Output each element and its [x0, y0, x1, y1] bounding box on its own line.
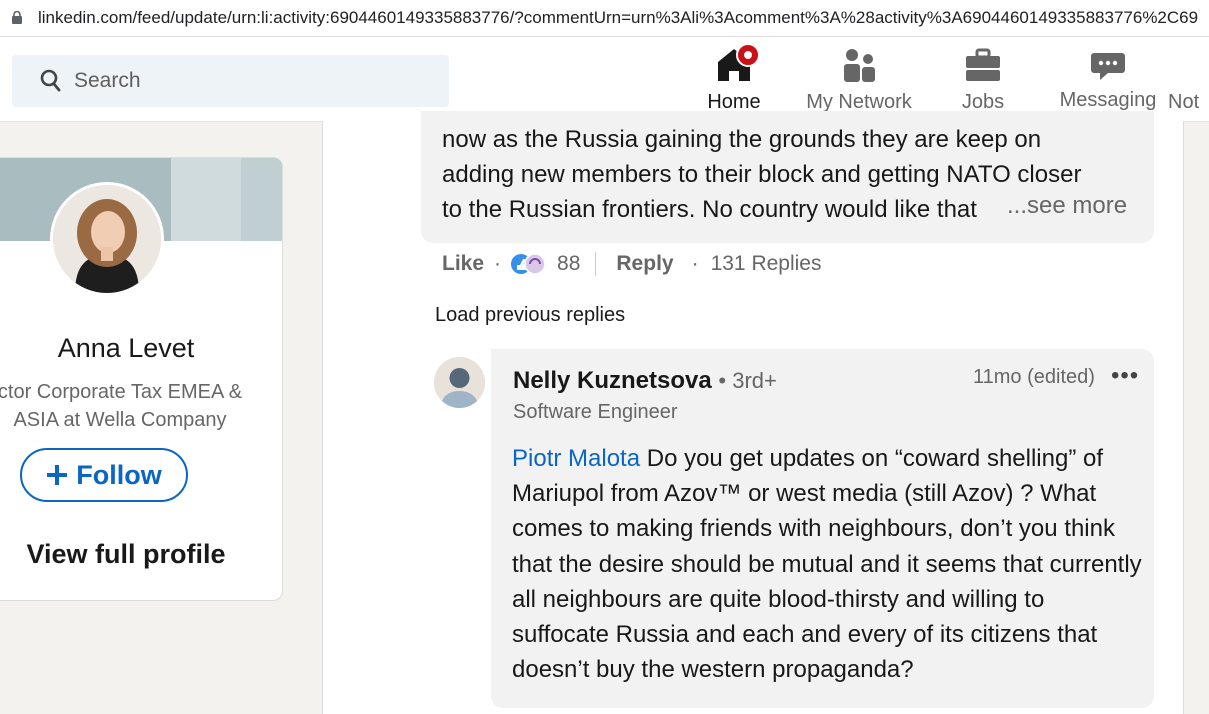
follow-button[interactable]: Follow	[20, 448, 188, 502]
reply-body: Do you get updates on “coward shelling” …	[512, 445, 1142, 684]
comment-line: to the Russian frontiers. No country wou…	[442, 196, 977, 223]
see-more-link[interactable]: ...see more	[1007, 192, 1127, 220]
nav-home[interactable]: Home	[680, 45, 788, 121]
nav-jobs[interactable]: Jobs	[948, 45, 1018, 121]
profile-photo	[53, 185, 161, 293]
comment-bubble: now as the Russia gaining the grounds th…	[421, 111, 1154, 243]
comment-line: adding new members to their block and ge…	[442, 161, 1082, 188]
profile-card: Anna Levet ctor Corporate Tax EMEA & ASI…	[0, 157, 283, 601]
more-options-icon[interactable]: •••	[1111, 362, 1139, 390]
comment-actions: Like · 88 Reply · 131 Replies	[442, 252, 821, 276]
search-placeholder: Search	[74, 69, 141, 92]
reply-author-headline: Software Engineer	[513, 401, 678, 423]
replies-count[interactable]: 131 Replies	[711, 252, 822, 276]
nav-notifications[interactable]: Not	[1168, 45, 1209, 121]
reaction-icons[interactable]	[511, 252, 551, 276]
url-text[interactable]: linkedin.com/feed/update/urn:li:activity…	[38, 8, 1198, 28]
reply-author-name[interactable]: Nelly Kuznetsova	[513, 367, 712, 394]
top-navbar: Search Home My Network Jobs Messaging No…	[0, 37, 1209, 122]
lock-icon	[12, 11, 22, 24]
load-previous-replies-link[interactable]: Load previous replies	[435, 304, 625, 327]
nav-my-network[interactable]: My Network	[800, 45, 918, 121]
mention-link[interactable]: Piotr Malota	[512, 445, 640, 472]
like-button[interactable]: Like	[442, 252, 484, 276]
separator-dot: ·	[691, 252, 699, 275]
comment-line: now as the Russia gaining the grounds th…	[442, 126, 1042, 153]
user-placeholder-icon	[434, 357, 485, 408]
plus-icon	[47, 465, 68, 485]
notification-badge	[736, 43, 760, 67]
view-full-profile-link[interactable]: View full profile	[1, 539, 251, 570]
feed-post: now as the Russia gaining the grounds th…	[322, 111, 1184, 714]
connection-degree: • 3rd+	[718, 368, 777, 393]
reply-avatar[interactable]	[434, 357, 485, 408]
reply-button[interactable]: Reply	[616, 252, 673, 276]
nav-messaging-label: Messaging	[1059, 89, 1157, 111]
avatar[interactable]	[50, 182, 164, 296]
reply-timestamp: 11mo (edited)	[973, 366, 1095, 388]
separator-dot: ·	[494, 252, 502, 275]
profile-name[interactable]: Anna Levet	[1, 333, 251, 364]
nav-notifications-label: Not	[1168, 91, 1200, 113]
comment-text: now as the Russia gaining the grounds th…	[442, 122, 1081, 227]
reply-bubble: Nelly Kuznetsova • 3rd+ 11mo (edited) ••…	[491, 349, 1154, 708]
profile-headline-line1: ctor Corporate Tax EMEA &	[0, 381, 243, 403]
search-input[interactable]: Search	[12, 55, 449, 107]
browser-url-bar[interactable]: linkedin.com/feed/update/urn:li:activity…	[0, 0, 1209, 37]
people-icon	[844, 49, 875, 82]
search-icon	[40, 69, 61, 92]
profile-headline-line2: ASIA at Wella Company	[13, 409, 227, 431]
chat-icon	[1091, 53, 1125, 80]
reply-author[interactable]: Nelly Kuznetsova • 3rd+	[513, 367, 777, 395]
follow-label: Follow	[76, 459, 162, 490]
reaction-count[interactable]: 88	[557, 252, 580, 276]
reply-text: Piotr Malota Do you get updates on “cowa…	[512, 441, 1142, 687]
briefcase-icon	[966, 48, 1000, 81]
reaction-like-icon	[511, 253, 546, 275]
profile-headline: ctor Corporate Tax EMEA & ASIA at Wella …	[0, 378, 265, 434]
nav-messaging[interactable]: Messaging	[1056, 45, 1160, 121]
divider	[595, 252, 597, 276]
